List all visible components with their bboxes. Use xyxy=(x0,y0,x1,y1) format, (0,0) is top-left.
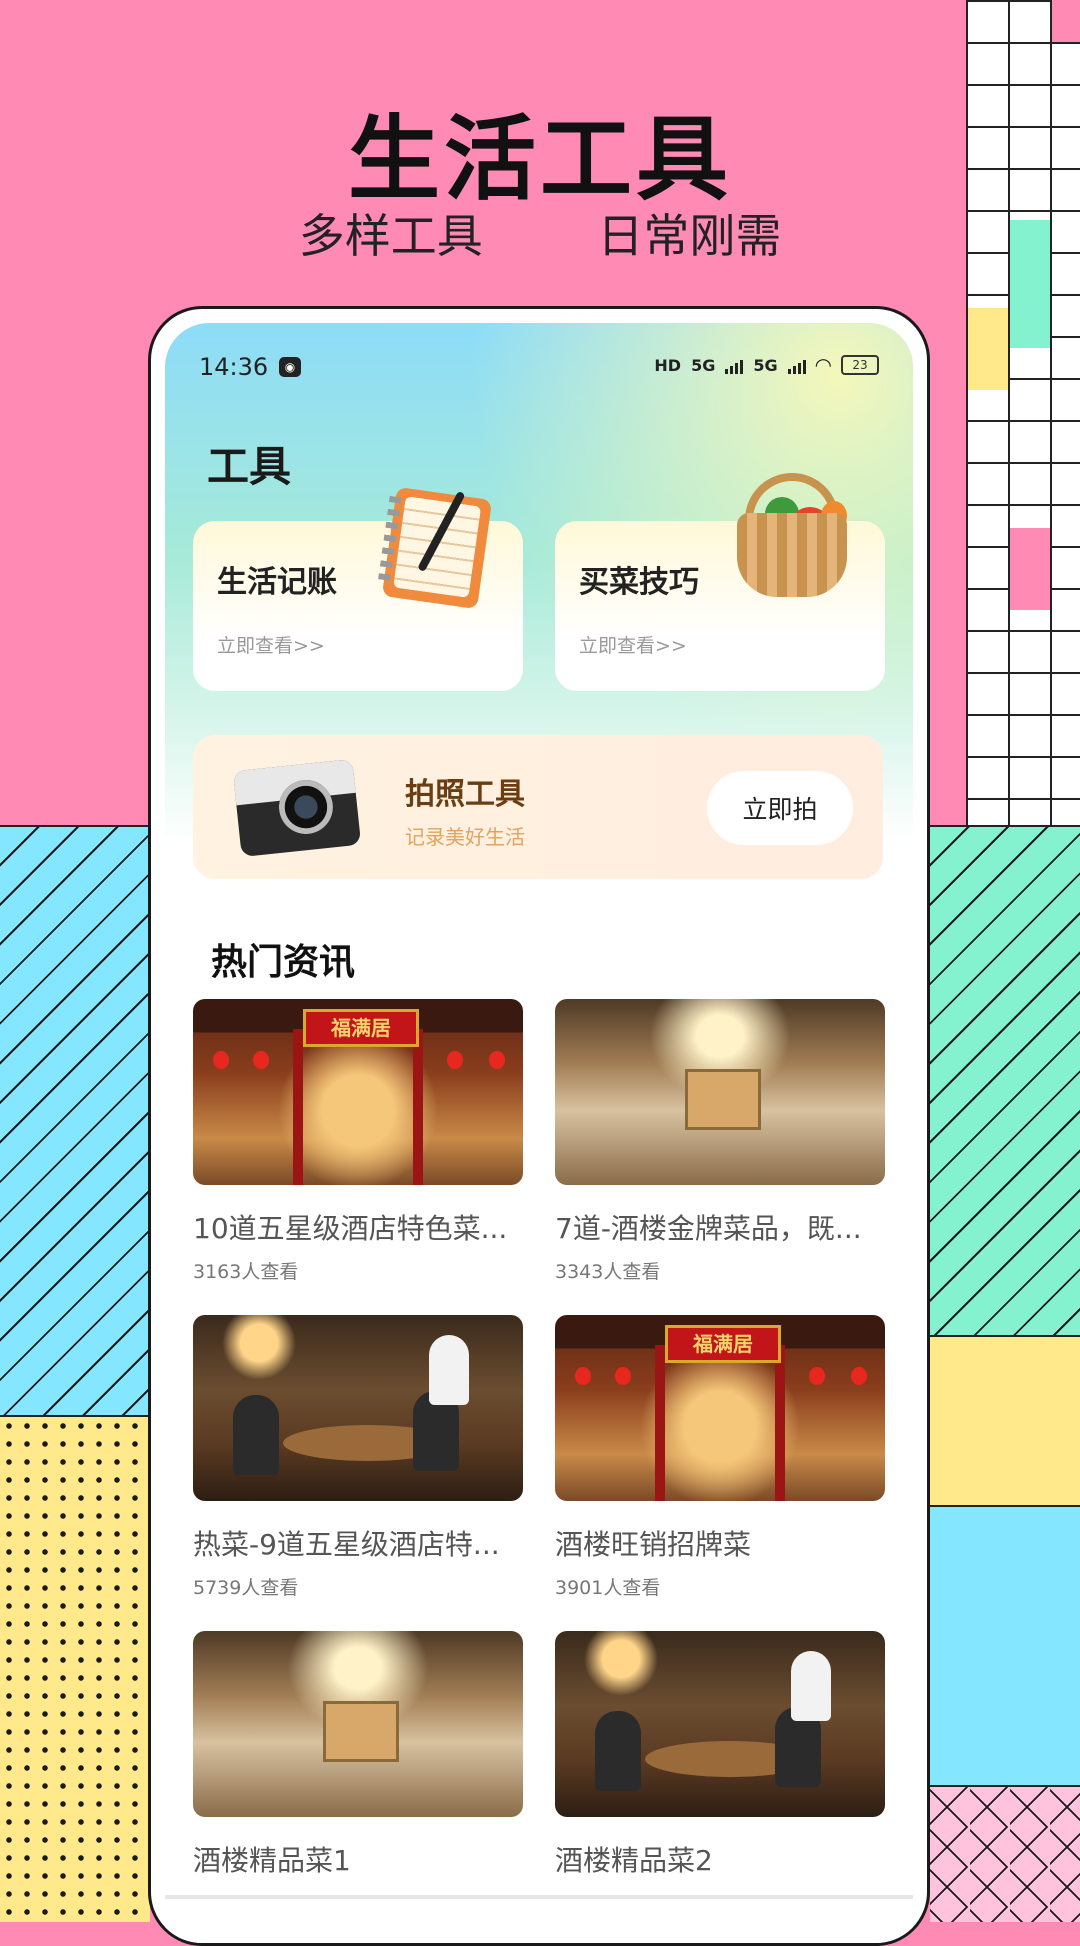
camera-icon xyxy=(232,758,362,858)
tool-card-link[interactable]: 立即查看>> xyxy=(217,631,325,658)
news-item[interactable]: 福满居 10道五星级酒店特色菜... 3163人查看 xyxy=(193,999,523,1284)
news-image-restaurant-entrance: 福满居 xyxy=(193,999,523,1185)
background-stripes-right xyxy=(930,825,1080,1337)
signal-icon-2 xyxy=(787,356,806,374)
network-label-1: 5G xyxy=(691,355,716,375)
tool-card-name: 生活记账 xyxy=(217,565,337,600)
tab-bar-divider xyxy=(165,1895,913,1899)
news-item[interactable]: 福满居 酒楼旺销招牌菜 3901人查看 xyxy=(555,1315,885,1600)
banner-subtitle-left: 多样工具 xyxy=(298,209,483,263)
take-photo-button[interactable]: 立即拍 xyxy=(707,771,853,845)
news-item[interactable]: 酒楼精品菜1 xyxy=(193,1631,523,1879)
news-views: 3343人查看 xyxy=(555,1261,661,1283)
news-image-hotel-lobby xyxy=(555,999,885,1185)
phone-frame: 14:36 ◉ HD 5G 5G ◠ 23 工具 生活记账 立即查看>> 买菜技… xyxy=(148,306,930,1946)
status-time: 14:36 xyxy=(199,353,269,381)
banner-subtitle: 多样工具 日常刚需 xyxy=(0,200,1080,266)
section-title-hot-news: 热门资讯 xyxy=(211,942,356,983)
news-views: 3901人查看 xyxy=(555,1577,661,1599)
news-image-hotel-lobby xyxy=(193,1631,523,1817)
tool-card-grocery-tips[interactable]: 买菜技巧 立即查看>> xyxy=(555,473,885,691)
news-title: 10道五星级酒店特色菜... xyxy=(193,1212,508,1245)
news-views: 3163人查看 xyxy=(193,1261,299,1283)
notification-icon: ◉ xyxy=(279,357,301,377)
banner-subtitle-right: 日常刚需 xyxy=(597,209,782,263)
page-title: 工具 xyxy=(207,442,292,491)
app-screen: 14:36 ◉ HD 5G 5G ◠ 23 工具 生活记账 立即查看>> 买菜技… xyxy=(165,323,913,1943)
restaurant-sign: 福满居 xyxy=(665,1325,781,1363)
tool-card-name: 买菜技巧 xyxy=(579,565,699,600)
news-views: 5739人查看 xyxy=(193,1577,299,1599)
wifi-icon: ◠ xyxy=(815,353,831,377)
tool-card-link[interactable]: 立即查看>> xyxy=(579,631,687,658)
background-block-blue xyxy=(930,1505,1080,1787)
background-stripes-left xyxy=(0,825,150,1417)
news-item[interactable]: 热菜-9道五星级酒店特... 5739人查看 xyxy=(193,1315,523,1600)
photo-tool-subtitle: 记录美好生活 xyxy=(405,825,525,849)
notebook-pen-icon xyxy=(377,486,507,623)
news-item[interactable]: 酒楼精品菜2 xyxy=(555,1631,885,1879)
status-icons: HD 5G 5G ◠ 23 xyxy=(654,353,879,377)
photo-tool-title: 拍照工具 xyxy=(405,777,525,812)
news-image-restaurant-entrance: 福满居 xyxy=(555,1315,885,1501)
background-dots-left xyxy=(0,1415,150,1922)
network-label-2: 5G xyxy=(753,355,778,375)
photo-tool-card[interactable]: 拍照工具 记录美好生活 立即拍 xyxy=(193,735,883,879)
battery-icon: 23 xyxy=(841,355,879,375)
background-block-yellow xyxy=(930,1335,1080,1507)
banner-title: 生活工具 xyxy=(347,106,732,213)
news-title: 7道-酒楼金牌菜品，既... xyxy=(555,1212,862,1245)
background-zigzag xyxy=(930,1785,1080,1922)
tool-card-accounting[interactable]: 生活记账 立即查看>> xyxy=(193,486,523,691)
hd-icon: HD xyxy=(654,355,682,375)
status-bar: 14:36 ◉ HD 5G 5G ◠ 23 xyxy=(199,353,879,393)
signal-icon xyxy=(725,356,744,374)
news-title: 酒楼旺销招牌菜 xyxy=(555,1528,752,1561)
news-item[interactable]: 7道-酒楼金牌菜品，既... 3343人查看 xyxy=(555,999,885,1284)
news-image-diners xyxy=(193,1315,523,1501)
news-title: 热菜-9道五星级酒店特... xyxy=(193,1528,500,1561)
news-title: 酒楼精品菜2 xyxy=(555,1844,713,1877)
news-title: 酒楼精品菜1 xyxy=(193,1844,351,1877)
vegetable-basket-icon xyxy=(737,473,869,623)
restaurant-sign: 福满居 xyxy=(303,1009,419,1047)
news-image-diners xyxy=(555,1631,885,1817)
